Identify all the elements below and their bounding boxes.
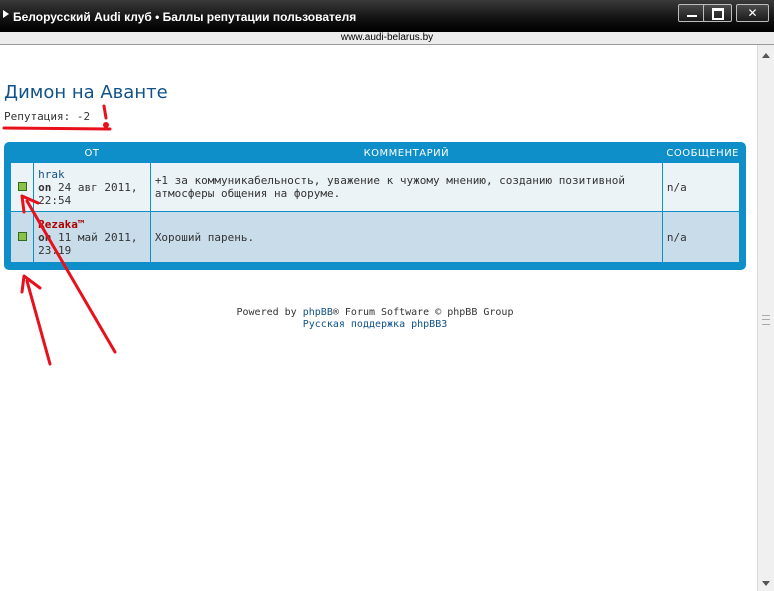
arrow-head-left xyxy=(20,274,42,294)
annotation-overlay xyxy=(2,104,117,366)
underline-stroke xyxy=(2,126,112,131)
arrow-shaft-left xyxy=(25,279,52,366)
exclamation-dot xyxy=(103,122,109,128)
exclamation-stroke xyxy=(102,104,108,120)
